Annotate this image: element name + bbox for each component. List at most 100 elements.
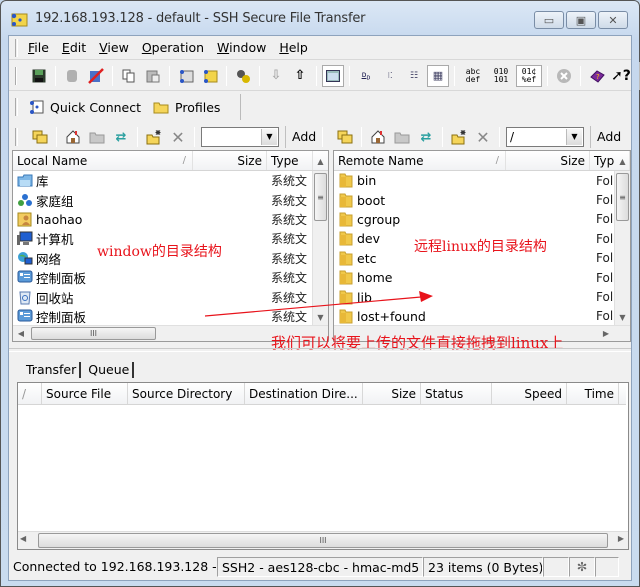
file-name: bin — [357, 173, 377, 189]
refresh-icon: ⇄ — [420, 129, 432, 145]
remote-add-button[interactable]: Add — [590, 126, 627, 148]
speed-column[interactable]: Speed — [492, 383, 567, 404]
remote-file-row[interactable]: home Fol — [334, 268, 614, 287]
scroll-left-icon[interactable]: ◀ — [20, 534, 26, 543]
status-column[interactable]: Status — [421, 383, 492, 404]
transfer-sort-column[interactable]: / — [18, 383, 42, 404]
transfer-list[interactable]: / Source File Source Directory Destinati… — [17, 382, 629, 550]
menu-view[interactable]: View — [99, 40, 129, 55]
scroll-down-icon[interactable]: ▼ — [615, 309, 630, 325]
paste-button[interactable] — [142, 65, 164, 87]
remote-file-row[interactable]: cgroup Fol — [334, 210, 614, 229]
local-file-row[interactable]: 回收站 系统文 — [13, 287, 312, 306]
quickbar-grip[interactable] — [15, 98, 18, 116]
pane-splitter[interactable] — [9, 348, 631, 352]
binary-mode-button[interactable]: 010 101 — [488, 65, 514, 87]
profiles-button[interactable]: Profiles — [153, 100, 220, 115]
remote-file-row[interactable]: lib Fol — [334, 287, 614, 306]
local-file-row[interactable]: 家庭组 系统文 — [13, 190, 312, 209]
new-terminal-button[interactable] — [175, 65, 197, 87]
large-icons-button[interactable]: ᴅᴅ — [355, 65, 377, 87]
toolbar-grip[interactable] — [15, 66, 17, 85]
upload-button[interactable]: ⇧ — [289, 65, 311, 87]
local-parent-folder-button[interactable] — [29, 126, 51, 148]
remote-file-row[interactable]: bin Fol — [334, 171, 614, 190]
ascii-mode-button[interactable]: abc def — [460, 65, 486, 87]
scroll-thumb[interactable]: ≡ — [314, 173, 327, 221]
menu-operation[interactable]: Operation — [142, 40, 204, 55]
local-home-button[interactable] — [62, 126, 84, 148]
remote-parent-folder-button[interactable] — [334, 126, 356, 148]
context-help-button[interactable]: ➚? — [610, 65, 632, 87]
local-file-row[interactable]: 库 系统文 — [13, 171, 312, 190]
scroll-thumb[interactable]: III — [38, 533, 608, 548]
scroll-thumb[interactable]: III — [31, 327, 156, 340]
local-new-folder-button[interactable] — [143, 126, 165, 148]
menu-edit[interactable]: Edit — [62, 40, 86, 55]
chevron-down-icon[interactable]: ▼ — [566, 129, 582, 145]
remote-vertical-scrollbar[interactable]: ▲ ≡ ▼ — [614, 157, 630, 325]
close-button[interactable]: ✕ — [598, 11, 628, 29]
scroll-right-icon[interactable]: ▶ — [598, 326, 614, 341]
small-icons-button[interactable]: ⁝⁚ — [379, 65, 401, 87]
destination-directory-column[interactable]: Destination Dire... — [245, 383, 363, 404]
minimize-button[interactable]: ▭ — [534, 11, 564, 29]
local-refresh-button[interactable]: ⇄ — [110, 126, 132, 148]
new-file-transfer-button[interactable] — [199, 65, 221, 87]
local-type-column[interactable]: Type — [267, 151, 313, 170]
remote-delete-button[interactable]: ✕ — [472, 126, 494, 148]
remote-refresh-button[interactable]: ⇄ — [415, 126, 437, 148]
copy-button[interactable] — [118, 65, 140, 87]
remote-size-column[interactable]: Size — [506, 151, 590, 170]
menubar-grip[interactable] — [15, 38, 18, 57]
library-icon — [17, 173, 33, 188]
remote-new-folder-button[interactable] — [448, 126, 470, 148]
local-name-column[interactable]: Local Name / — [13, 151, 193, 170]
help-button[interactable]: ? — [586, 65, 608, 87]
scroll-down-icon[interactable]: ▼ — [313, 309, 328, 325]
remote-home-button[interactable] — [367, 126, 389, 148]
scroll-up-icon[interactable]: ▲ — [615, 151, 630, 171]
toggle-pane-button[interactable] — [322, 64, 344, 87]
remote-path-combo[interactable]: / ▼ — [506, 127, 584, 147]
local-file-row[interactable]: 控制面板 系统文 — [13, 307, 312, 325]
file-type: Fol — [596, 270, 614, 285]
title-bar[interactable]: 192.168.193.128 - default - SSH Secure F… — [1, 1, 639, 37]
local-vertical-scrollbar[interactable]: ▲ ≡ ▼ — [312, 157, 328, 325]
scroll-right-icon[interactable]: ▶ — [618, 534, 624, 543]
remote-file-row[interactable]: lost+found Fol — [334, 307, 614, 325]
local-toolbar-grip[interactable] — [15, 128, 18, 146]
local-size-column[interactable]: Size — [193, 151, 267, 170]
menu-help[interactable]: Help — [279, 40, 308, 55]
local-path-combo[interactable]: ▼ — [201, 127, 279, 147]
source-file-column[interactable]: Source File — [42, 383, 128, 404]
save-button[interactable] — [28, 65, 50, 87]
scroll-thumb[interactable]: ≡ — [616, 173, 629, 221]
local-file-row[interactable]: 控制面板 系统文 — [13, 268, 312, 287]
disconnect-button[interactable] — [85, 65, 107, 87]
remote-name-column[interactable]: Remote Name / — [334, 151, 506, 170]
tab-queue[interactable]: Queue — [85, 362, 135, 378]
scroll-left-icon[interactable]: ◀ — [13, 326, 29, 341]
settings-button[interactable] — [232, 65, 254, 87]
time-column[interactable]: Time — [567, 383, 619, 404]
transfer-horizontal-scrollbar[interactable]: ◀ III ▶ — [18, 531, 628, 549]
menu-window[interactable]: Window — [217, 40, 266, 55]
file-type: Fol — [596, 309, 614, 324]
source-directory-column[interactable]: Source Directory — [128, 383, 245, 404]
tab-transfer[interactable]: Transfer — [23, 362, 82, 378]
menu-file[interactable]: File — [28, 40, 49, 55]
remote-file-row[interactable]: boot Fol — [334, 190, 614, 209]
quick-connect-button[interactable]: Quick Connect — [28, 99, 141, 115]
local-delete-button[interactable]: ✕ — [167, 126, 189, 148]
size-column[interactable]: Size — [363, 383, 421, 404]
scroll-up-icon[interactable]: ▲ — [313, 151, 328, 171]
auto-mode-button[interactable]: 01¢ %ef — [516, 64, 542, 87]
details-view-button[interactable]: ▦ — [427, 64, 449, 87]
chevron-down-icon[interactable]: ▼ — [261, 129, 277, 145]
local-file-row[interactable]: haohao 系统文 — [13, 210, 312, 229]
maximize-button[interactable]: ▣ — [566, 11, 596, 29]
local-add-button[interactable]: Add — [285, 126, 322, 148]
list-view-button[interactable]: ☷ — [403, 65, 425, 87]
file-type: Fol — [596, 193, 614, 208]
